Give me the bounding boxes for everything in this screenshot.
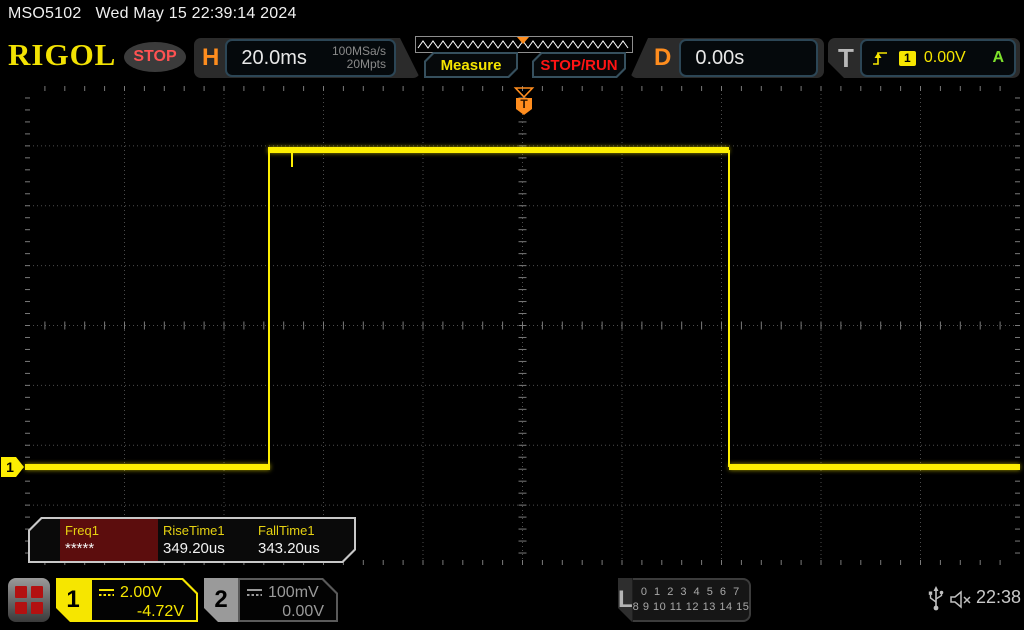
trigger-label: T [838,42,854,73]
measurement-item-risetime1[interactable]: RiseTime1 349.20us [158,519,253,561]
logic-channels-widget[interactable]: L 0 1 2 3 4 5 6 7 8 9 10 11 12 13 14 15 [618,578,752,622]
delay-label: D [654,44,672,71]
ch1-position-marker[interactable]: 1 [1,457,25,477]
measure-button[interactable]: Measure [424,52,518,78]
timebase-box: 20.0ms 100MSa/s 20Mpts [225,39,396,77]
ch1-trace-glitch [291,152,293,167]
delay-box: 0.00s [679,39,818,77]
stop-run-button[interactable]: STOP/RUN [532,52,626,78]
ch1-coupling-icon [98,588,115,598]
trigger-source-badge: 1 [899,51,916,66]
trigger-settings-button[interactable]: T 1 0.00V A [828,38,1020,78]
oscilloscope-screen: MSO5102 Wed May 15 22:39:14 2024 RIGOL ST… [0,0,1024,630]
ch1-trace-high [268,147,729,153]
trigger-level-value: 0.00V [923,49,966,66]
delay-value: 0.00s [695,46,745,69]
horizontal-label: H [202,44,220,71]
ch1-offset-value: -4.72V [136,603,184,620]
timebase-value: 20.0ms [241,46,307,69]
overview-zigzag-icon [417,37,629,49]
graticule-grid [25,86,1020,565]
sound-muted-icon [950,590,971,609]
channel1-tab[interactable]: 1 [56,578,90,622]
svg-text:1: 1 [6,459,14,475]
svg-text:T: T [520,97,528,111]
usb-icon [928,586,944,611]
ch1-trace-low-left [25,464,270,470]
measurement-item-freq1[interactable]: Freq1 ***** [60,519,158,561]
ch2-offset-value: 0.00V [282,603,324,620]
ch1-trace-falling-edge [728,150,730,467]
ch1-trace-rising-edge [268,150,270,467]
rigol-logo: RIGOL [8,37,117,72]
ch2-coupling-icon [246,588,263,598]
waveform-overview-strip[interactable] [415,36,633,53]
ch1-scale-value: 2.00V [120,584,162,601]
ch2-scale-value: 100mV [268,584,319,601]
trigger-sweep-mode: A [992,49,1004,66]
channel1-widget[interactable]: 1 2.00V -4.72V [56,578,198,622]
measurement-spacer [30,519,60,561]
trigger-edge-icon [872,49,889,67]
logic-row-8-15: 8 9 10 11 12 13 14 15 [632,601,750,613]
acquisition-info: 100MSa/s 20Mpts [332,45,386,71]
measurement-item-falltime1[interactable]: FallTime1 343.20us [253,519,354,561]
run-state-badge: STOP [124,42,186,72]
trigger-position-marker[interactable]: T [513,87,535,117]
clock-text: 22:38 [976,587,1022,607]
delay-settings-button[interactable]: D 0.00s [630,38,824,78]
channel2-widget[interactable]: 2 100mV 0.00V [204,578,338,622]
menu-grid-icon [15,586,43,614]
overview-trigger-position-icon [517,37,529,44]
datetime-text: Wed May 15 22:39:14 2024 [95,5,297,22]
titlebar: MSO5102 Wed May 15 22:39:14 2024 [8,5,297,23]
menu-button[interactable] [8,578,50,622]
model-name: MSO5102 [8,5,82,22]
trigger-box: 1 0.00V A [860,39,1016,77]
memory-depth: 20Mpts [346,57,386,71]
horizontal-settings-button[interactable]: H 20.0ms 100MSa/s 20Mpts [194,38,420,78]
channel2-tab[interactable]: 2 [204,578,238,622]
measurement-panel: Freq1 ***** RiseTime1 349.20us FallTime1… [28,517,356,563]
logic-row-0-7: 0 1 2 3 4 5 6 7 [640,586,742,598]
logic-tab[interactable]: L [618,578,633,622]
ch1-trace-low-right [729,464,1020,470]
logic-channel-list: 0 1 2 3 4 5 6 7 8 9 10 11 12 13 14 15 [632,578,752,622]
